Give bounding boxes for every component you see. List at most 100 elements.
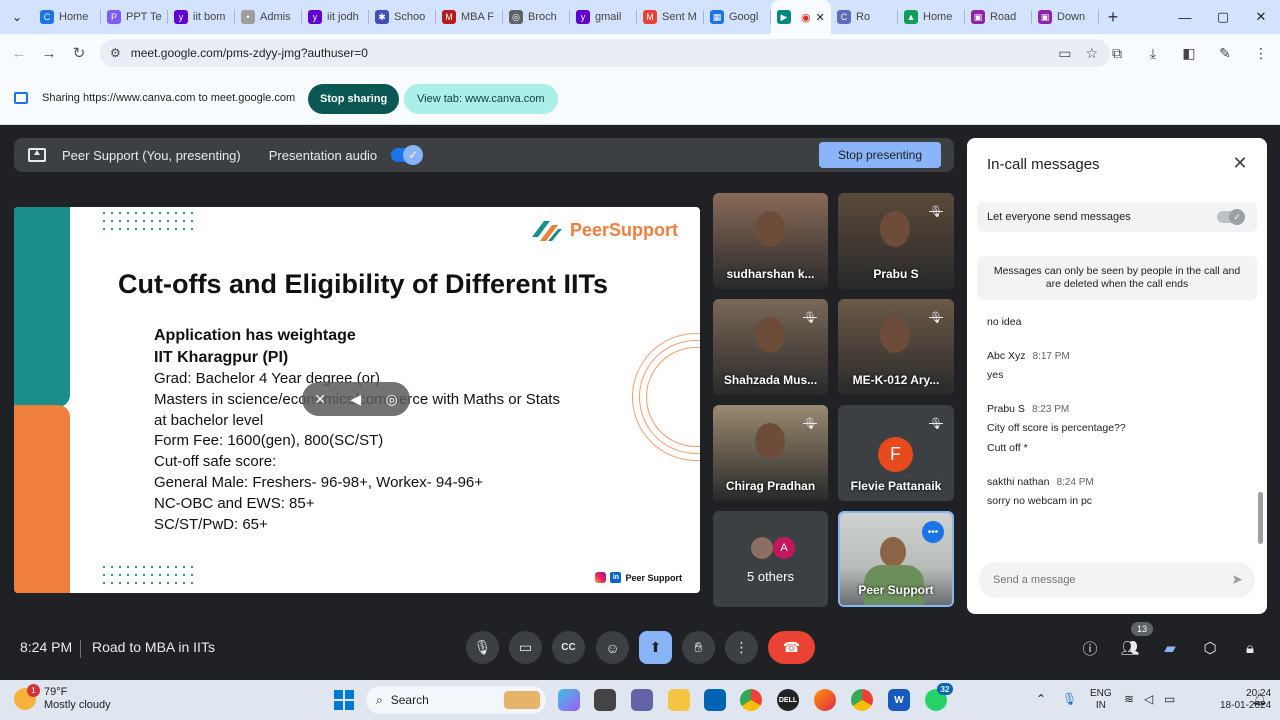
participant-tile[interactable]: 🎙︎ ME-K-012 Ary... xyxy=(838,299,954,395)
send-message-input[interactable]: ➤ xyxy=(979,562,1255,598)
view-tab-button[interactable]: View tab: www.canva.com xyxy=(404,84,558,114)
tab-favicon-icon: y xyxy=(576,10,590,24)
battery-icon[interactable]: ▭ xyxy=(1164,692,1175,706)
mute-volume-icon[interactable]: ◀ xyxy=(350,391,361,408)
minimize-icon[interactable]: — xyxy=(1166,0,1204,34)
microsoft-store-icon[interactable] xyxy=(704,689,726,711)
forward-arrow-icon[interactable]: → xyxy=(34,38,64,68)
reload-icon[interactable]: ↻ xyxy=(64,38,94,68)
leave-call-button[interactable]: ☎︎ xyxy=(768,631,815,664)
let-everyone-send-setting: Let everyone send messages ✓ xyxy=(977,202,1257,232)
more-options-button[interactable]: ⋮ xyxy=(725,631,758,664)
chrome-icon[interactable] xyxy=(740,689,762,711)
others-label: 5 others xyxy=(747,569,794,584)
word-icon[interactable]: W xyxy=(888,689,910,711)
browser-tab[interactable]: ▣ Road xyxy=(965,0,1032,34)
browser-tab[interactable]: • Admis xyxy=(235,0,302,34)
send-icon[interactable]: ➤ xyxy=(1231,571,1243,588)
tab-search-chevron-icon[interactable]: ⌄ xyxy=(0,0,34,34)
fullscreen-icon[interactable]: ◎ xyxy=(386,391,398,408)
browser-tab[interactable]: ✱ Schoo xyxy=(369,0,436,34)
self-tile[interactable]: ••• Peer Support xyxy=(838,511,954,607)
browser-tab[interactable]: y iit jodh xyxy=(302,0,369,34)
browser-tab[interactable]: C Ro xyxy=(831,0,898,34)
participant-tile[interactable]: 🎙︎ Shahzada Mus... xyxy=(713,299,828,395)
setting-label: Let everyone send messages xyxy=(987,211,1131,223)
browser-tab[interactable]: P PPT Te xyxy=(101,0,168,34)
stop-sharing-button[interactable]: Stop sharing xyxy=(308,84,400,114)
windows-start-icon[interactable] xyxy=(334,690,354,710)
close-icon[interactable]: ✕ xyxy=(1229,152,1251,174)
maximize-icon[interactable]: ▢ xyxy=(1204,0,1242,34)
address-bar[interactable]: ⚙ meet.google.com/pms-zdyy-jmg?authuser=… xyxy=(100,39,1110,67)
chat-scrollbar[interactable] xyxy=(1258,492,1263,544)
browser-tab[interactable]: ▣ Down xyxy=(1032,0,1099,34)
profile-extension-icon[interactable]: ✎ xyxy=(1212,38,1238,68)
close-tab-icon[interactable]: ✕ xyxy=(816,11,825,24)
wifi-icon[interactable]: ≋ xyxy=(1124,692,1134,706)
browser-tab[interactable]: M Sent M xyxy=(637,0,704,34)
teams-icon[interactable] xyxy=(631,689,653,711)
captions-button[interactable]: CC xyxy=(552,631,585,664)
slide-title: Cut-offs and Eligibility of Different II… xyxy=(118,269,608,299)
video-overlay-controls[interactable]: ✕ ◀ ◎ xyxy=(302,382,410,416)
people-icon[interactable]: 👥︎ xyxy=(1118,636,1142,660)
browser-tab[interactable]: ▲ Home xyxy=(898,0,965,34)
message-sender: Prabu S xyxy=(987,403,1025,415)
weather-widget[interactable]: 1 79°F Mostly cloudy xyxy=(14,684,111,712)
input-language[interactable]: ENG IN xyxy=(1090,688,1112,712)
site-info-icon[interactable]: ⚙ xyxy=(110,46,121,60)
meeting-info-icon[interactable]: ⓘ xyxy=(1078,636,1102,660)
side-panel-icon[interactable]: ◧ xyxy=(1176,38,1202,68)
microphone-in-use-icon[interactable]: 🎙︎ xyxy=(1062,692,1077,706)
chrome-menu-icon[interactable]: ⋮ xyxy=(1248,38,1274,68)
browser-tab[interactable]: y iit bom xyxy=(168,0,235,34)
stop-presenting-button[interactable]: Stop presenting xyxy=(819,142,941,168)
copilot-icon[interactable] xyxy=(558,689,580,711)
activities-icon[interactable]: ⬡ xyxy=(1198,636,1222,660)
others-tile[interactable]: A 5 others xyxy=(713,511,828,607)
whatsapp-icon[interactable]: 32 xyxy=(925,683,953,711)
host-controls-lock-icon[interactable]: 🔒︎ xyxy=(1238,636,1262,660)
close-window-icon[interactable]: ✕ xyxy=(1242,0,1280,34)
raise-hand-button[interactable]: ✋︎ xyxy=(682,631,715,664)
search-highlight-icon xyxy=(504,691,540,709)
browser-tab[interactable]: C Home xyxy=(34,0,101,34)
camera-in-use-icon[interactable]: ▭ xyxy=(1058,45,1071,62)
back-arrow-icon[interactable]: ← xyxy=(4,38,34,68)
present-now-button[interactable]: ⬆ xyxy=(639,631,672,664)
browser-tab[interactable]: ▶ ◉ ✕ xyxy=(771,0,831,34)
dell-icon[interactable]: DELL xyxy=(777,689,799,711)
file-explorer-icon[interactable] xyxy=(668,689,690,711)
firefox-icon[interactable] xyxy=(814,689,836,711)
face-shape xyxy=(755,211,785,247)
presentation-audio-toggle[interactable]: ✓ xyxy=(391,145,424,165)
downloads-icon[interactable]: ⤓ xyxy=(1140,38,1166,68)
pin-off-icon[interactable]: ✕ xyxy=(314,391,326,408)
chrome-active-icon[interactable] xyxy=(851,689,873,711)
volume-icon[interactable]: ◁ xyxy=(1144,692,1153,706)
extensions-icon[interactable]: ⧉ xyxy=(1104,38,1130,68)
participant-tile[interactable]: 🎙︎ Chirag Pradhan xyxy=(713,405,828,501)
more-options-icon[interactable]: ••• xyxy=(922,521,944,543)
browser-tab[interactable]: M MBA F xyxy=(436,0,503,34)
reactions-button[interactable]: ☺ xyxy=(596,631,629,664)
task-view-icon[interactable] xyxy=(594,689,616,711)
bookmark-star-icon[interactable]: ☆ xyxy=(1085,45,1098,62)
browser-tab[interactable]: ▦ Googl xyxy=(704,0,771,34)
taskbar-search[interactable]: ⌕ Search xyxy=(366,686,546,714)
camera-button[interactable]: ▭ xyxy=(509,631,542,664)
face-shape xyxy=(880,317,910,353)
let-everyone-send-toggle[interactable]: ✓ xyxy=(1217,209,1245,225)
notifications-bell-icon[interactable]: 🔔︎ xyxy=(1252,692,1267,706)
participant-tile[interactable]: F 🎙︎ Flevie Pattanaik xyxy=(838,405,954,501)
show-hidden-icons-chevron-icon[interactable]: ⌃ xyxy=(1036,692,1046,706)
browser-tab[interactable]: ◎ Broch xyxy=(503,0,570,34)
participant-tile[interactable]: 🎙︎ Prabu S xyxy=(838,193,954,289)
chat-icon[interactable]: ▰ xyxy=(1158,636,1182,660)
browser-tab[interactable]: y gmail xyxy=(570,0,637,34)
microphone-button[interactable]: 🎙︎ xyxy=(466,631,499,664)
message-field[interactable] xyxy=(993,574,1213,586)
participant-tile[interactable]: sudharshan k... xyxy=(713,193,828,289)
new-tab-button[interactable]: + xyxy=(1099,7,1127,28)
